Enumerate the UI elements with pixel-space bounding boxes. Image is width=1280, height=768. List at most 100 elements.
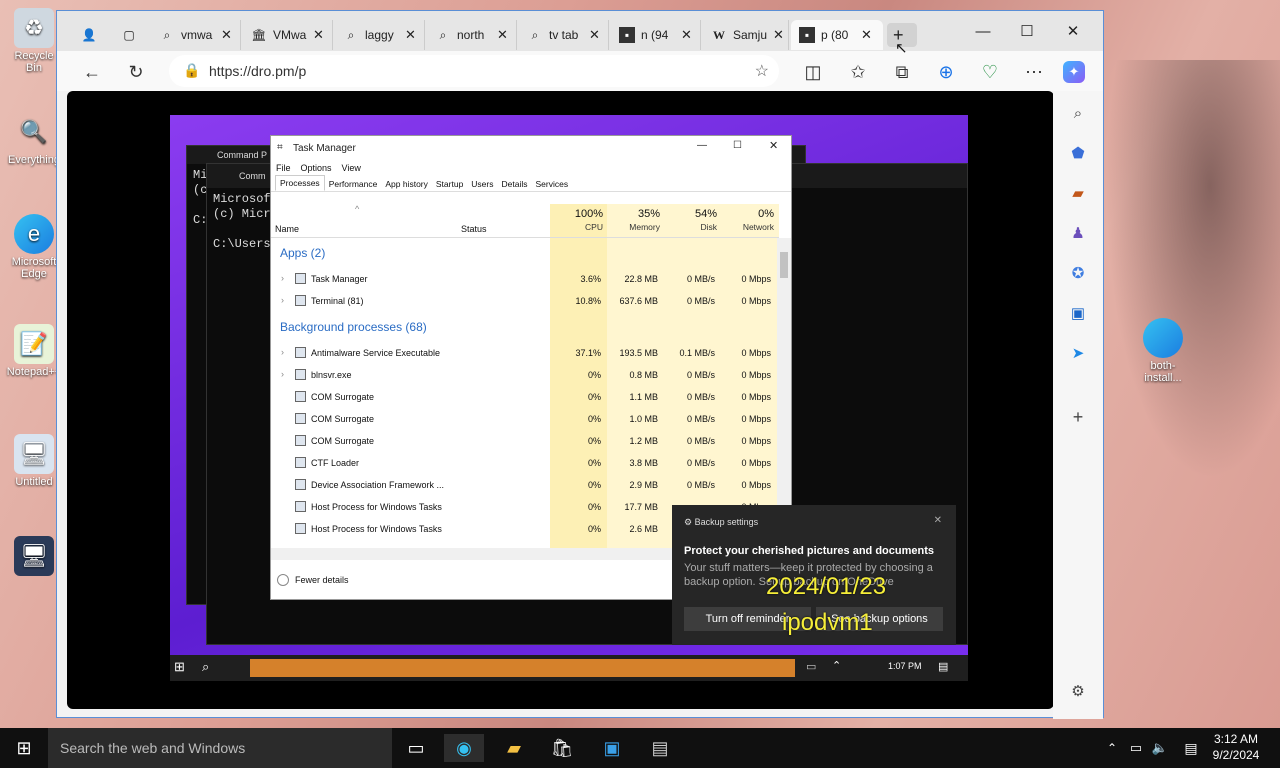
vm-start-icon[interactable]: ⊞	[174, 659, 185, 675]
sidebar-settings-icon[interactable]: ⚙	[1066, 679, 1090, 703]
process-row[interactable]: CTF Loader 0% 3.8 MB 0 MB/s 0 Mbps	[271, 452, 779, 474]
file-explorer-icon[interactable]: ▰	[494, 734, 534, 762]
tab-performance[interactable]: Performance	[325, 177, 382, 191]
volume-icon[interactable]: 🔈	[1148, 734, 1172, 762]
close-icon[interactable]: ✕	[773, 27, 784, 43]
refresh-button[interactable]: ↻	[125, 61, 147, 83]
menu-view[interactable]: View	[342, 163, 361, 173]
browser-essentials-button[interactable]: ♡	[979, 61, 1001, 83]
close-icon[interactable]: ✕	[221, 27, 232, 43]
close-icon[interactable]: ✕	[681, 27, 692, 43]
profile-button[interactable]: 👤	[73, 20, 111, 50]
favorites-button[interactable]: ✩	[847, 61, 869, 83]
toast-close-button[interactable]: ✕	[934, 515, 942, 526]
process-row[interactable]: COM Surrogate 0% 1.1 MB 0 MB/s 0 Mbps	[271, 386, 779, 408]
process-row[interactable]: › Task Manager 3.6% 22.8 MB 0 MB/s 0 Mbps	[271, 268, 779, 290]
tm-maximize-button[interactable]: ☐	[733, 140, 742, 151]
col-network[interactable]: 0% Network	[721, 204, 774, 238]
sidebar-search-icon[interactable]: ⌕	[1066, 101, 1090, 125]
desktop-icon-remote[interactable]: 🖥	[6, 536, 62, 578]
process-row[interactable]: COM Surrogate 0% 1.2 MB 0 MB/s 0 Mbps	[271, 430, 779, 452]
tab-0[interactable]: ⌕ vmwa ✕	[151, 20, 241, 50]
action-center-icon[interactable]: ▤	[1178, 734, 1204, 762]
tab-startup[interactable]: Startup	[432, 177, 467, 191]
tm-minimize-button[interactable]: —	[697, 140, 707, 151]
tab-app-history[interactable]: App history	[381, 177, 432, 191]
tab-4[interactable]: ⌕ tv tab ✕	[519, 20, 609, 50]
taskbar-search-box[interactable]: Search the web and Windows	[48, 728, 392, 768]
network-icon[interactable]: ▭	[1124, 734, 1148, 762]
sidebar-tools-icon[interactable]: ▰	[1066, 181, 1090, 205]
desktop-icon-untitled[interactable]: 🖥 Untitled	[6, 434, 62, 488]
desktop-icon-edge[interactable]: e Microsoft Edge	[6, 214, 62, 280]
tab-details[interactable]: Details	[498, 177, 532, 191]
start-button[interactable]: ⊞	[4, 734, 44, 762]
more-menu-button[interactable]: ⋯	[1023, 61, 1045, 83]
tm-close-button[interactable]: ✕	[769, 139, 778, 152]
close-icon[interactable]: ✕	[861, 27, 872, 43]
close-icon[interactable]: ✕	[589, 27, 600, 43]
maximize-button[interactable]: ☐	[1005, 19, 1049, 43]
desktop-icon-both-install[interactable]: both-install...	[1132, 318, 1194, 384]
tab-1[interactable]: 🏛 VMwa ✕	[243, 20, 333, 50]
desktop-icon-everything[interactable]: 🔍 Everything	[6, 112, 62, 166]
split-screen-button[interactable]: ◫	[802, 61, 824, 83]
taskbar-edge-icon[interactable]: ◉	[444, 734, 484, 762]
process-row[interactable]: Device Association Framework ... 0% 2.9 MB…	[271, 474, 779, 496]
process-row[interactable]: › Terminal (81) 10.8% 637.6 MB 0 MB/s 0 Mbps	[271, 290, 779, 312]
taskbar-clock[interactable]: 3:12 AM 9/2/2024	[1206, 731, 1266, 763]
vm-tray-icon[interactable]: ▭	[806, 660, 816, 673]
sidebar-games-icon[interactable]: ♟	[1066, 221, 1090, 245]
expand-chevron-icon[interactable]: ›	[281, 273, 284, 283]
tab-3[interactable]: ⌕ north ✕	[427, 20, 517, 50]
tm-vertical-scrollbar[interactable]	[777, 238, 791, 548]
tab-5[interactable]: ▪ n (94 ✕	[611, 20, 701, 50]
col-name[interactable]: Name	[275, 224, 299, 234]
vm-chevron-up-icon[interactable]: ⌃	[832, 659, 841, 672]
col-disk[interactable]: 54% Disk	[664, 204, 717, 238]
favorite-star-icon[interactable]: ☆	[755, 61, 769, 81]
close-window-button[interactable]: ✕	[1051, 19, 1095, 43]
copilot-icon[interactable]: ✦	[1063, 61, 1085, 83]
desktop-icon-notepadpp[interactable]: 📝 Notepad++	[6, 324, 62, 378]
task-view-icon[interactable]: ▭	[396, 734, 436, 762]
close-icon[interactable]: ✕	[405, 27, 416, 43]
close-icon[interactable]: ✕	[497, 27, 508, 43]
process-row[interactable]: › Antimalware Service Executable 37.1% 193.…	[271, 342, 779, 364]
menu-file[interactable]: File	[276, 163, 291, 173]
notepad-icon[interactable]: ▤	[640, 734, 680, 762]
tab-6[interactable]: W Samju ✕	[703, 20, 789, 50]
sidebar-office-icon[interactable]: ✪	[1066, 261, 1090, 285]
process-row[interactable]: COM Surrogate 0% 1.0 MB 0 MB/s 0 Mbps	[271, 408, 779, 430]
collections-button[interactable]: ⧉	[891, 61, 913, 83]
tab-actions-button[interactable]: ▢	[113, 20, 149, 50]
col-status[interactable]: Status	[461, 224, 487, 234]
sidebar-shopping-icon[interactable]: ⬟	[1066, 141, 1090, 165]
sidebar-add-icon[interactable]: +	[1066, 405, 1090, 429]
expand-chevron-icon[interactable]: ›	[281, 347, 284, 357]
tab-7-active[interactable]: ▪ p (80 ✕	[791, 20, 883, 50]
vm-taskbar-apps[interactable]	[250, 659, 795, 677]
downloads-button[interactable]: ⊕	[935, 61, 957, 83]
fewer-details-button[interactable]: Fewer details	[277, 574, 349, 586]
tab-users[interactable]: Users	[467, 177, 497, 191]
vm-search-icon[interactable]: ⌕	[202, 659, 209, 675]
sidebar-drop-icon[interactable]: ➤	[1066, 341, 1090, 365]
tab-services[interactable]: Services	[531, 177, 572, 191]
close-icon[interactable]: ✕	[313, 27, 324, 43]
menu-options[interactable]: Options	[301, 163, 332, 173]
sidebar-outlook-icon[interactable]: ▣	[1066, 301, 1090, 325]
desktop-icon-recycle-bin[interactable]: ♻ Recycle Bin	[6, 8, 62, 74]
store-icon[interactable]: 🛍	[542, 734, 582, 762]
process-row[interactable]: › blnsvr.exe 0% 0.8 MB 0 MB/s 0 Mbps	[271, 364, 779, 386]
minimize-button[interactable]: —	[961, 19, 1005, 43]
tray-chevron-up-icon[interactable]: ⌃	[1100, 734, 1124, 762]
address-bar[interactable]: 🔒 https://dro.pm/p ☆	[169, 55, 779, 87]
vm-notification-icon[interactable]: ▤	[938, 660, 948, 673]
tab-2[interactable]: ⌕ laggy ✕	[335, 20, 425, 50]
back-button[interactable]: ←	[81, 61, 103, 83]
expand-chevron-icon[interactable]: ›	[281, 369, 284, 379]
col-cpu[interactable]: 100% CPU	[550, 204, 603, 238]
col-memory[interactable]: 35% Memory	[607, 204, 660, 238]
expand-chevron-icon[interactable]: ›	[281, 295, 284, 305]
